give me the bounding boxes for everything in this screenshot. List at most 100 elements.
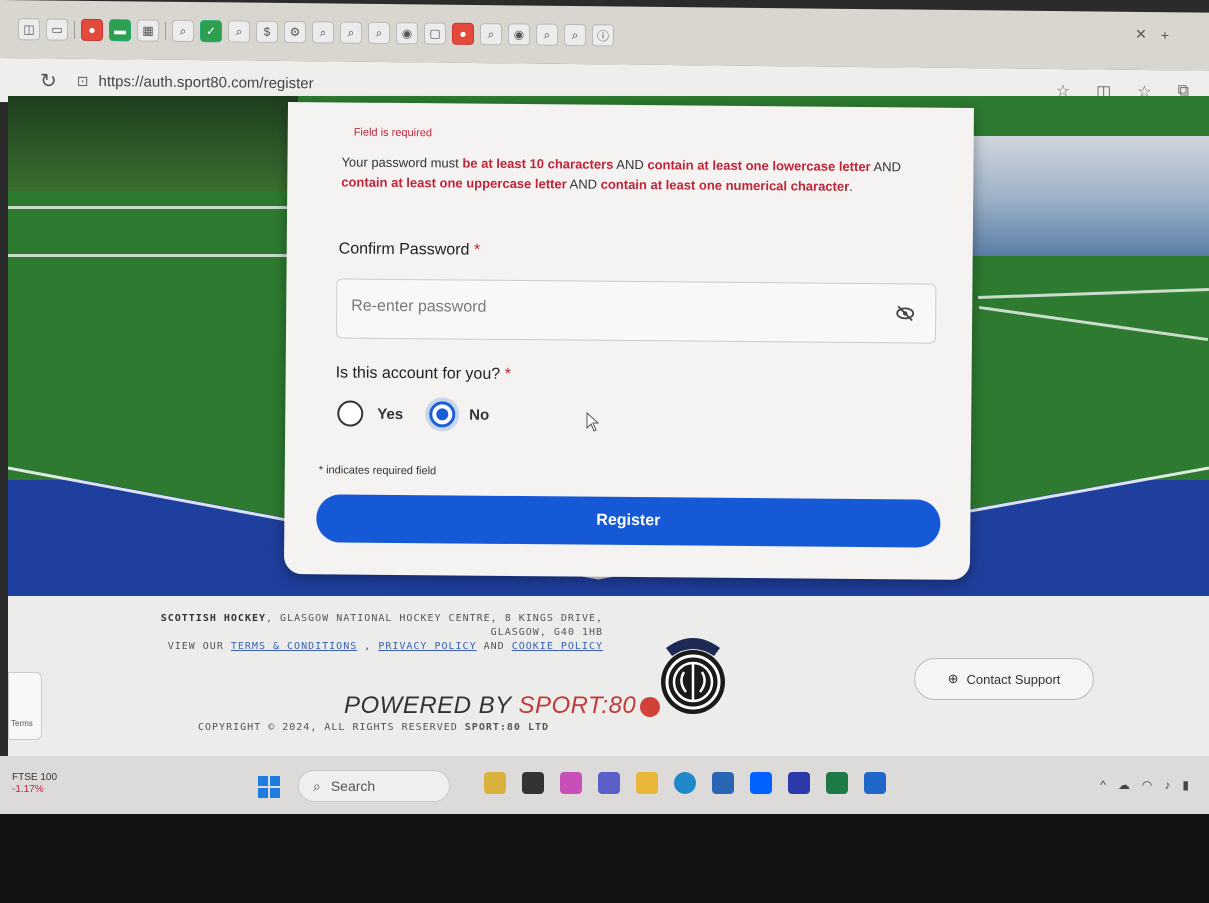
password-rules-and: AND xyxy=(566,176,601,192)
radio-yes[interactable] xyxy=(337,400,364,427)
store-icon[interactable] xyxy=(712,772,734,794)
tab-icon[interactable]: ⚙ xyxy=(284,20,306,44)
confirm-password-input[interactable] xyxy=(351,297,872,321)
confirm-password-label-text: Confirm Password xyxy=(338,240,470,259)
contact-support-button[interactable]: ⊕ Contact Support xyxy=(914,658,1094,700)
account-question-text: Is this account for you? xyxy=(335,364,501,383)
required-asterisk: * xyxy=(473,241,481,259)
password-rules-prefix: Your password must xyxy=(341,154,463,171)
volume-icon[interactable]: ♪ xyxy=(1164,778,1170,792)
edge-browser-icon[interactable] xyxy=(674,772,696,794)
app-b-icon[interactable] xyxy=(788,772,810,794)
tab-icon[interactable]: ⌕ xyxy=(172,19,194,43)
terms-link[interactable]: TERMS & CONDITIONS xyxy=(231,641,357,652)
footer-org-name: SCOTTISH HOCKEY xyxy=(160,613,267,624)
pitch-line xyxy=(8,206,298,209)
footer-and: AND xyxy=(476,641,512,652)
stock-widget-label: FTSE 100 xyxy=(12,772,58,783)
pitch-line xyxy=(978,287,1209,300)
chevron-up-icon[interactable]: ^ xyxy=(1100,778,1106,792)
required-asterisk: * xyxy=(504,365,511,383)
site-info-icon[interactable]: ⊡ xyxy=(77,72,89,89)
stock-widget-change: -1.17% xyxy=(12,784,44,795)
tab-icon[interactable]: ◉ xyxy=(396,22,418,45)
tab-icon[interactable]: ⌕ xyxy=(564,23,586,47)
password-rules: Your password must be at least 10 charac… xyxy=(341,152,941,197)
tab-icon[interactable]: ▢ xyxy=(424,22,446,45)
mouse-cursor-icon xyxy=(586,412,600,432)
task-view-icon[interactable] xyxy=(522,772,544,794)
widgets-app-icon[interactable] xyxy=(484,772,506,794)
tab-icon[interactable]: ⌕ xyxy=(228,20,250,43)
windows-start-icon[interactable] xyxy=(258,776,280,798)
copyright-brand: SPORT:80 LTD xyxy=(464,722,550,733)
tab-icon[interactable]: ● xyxy=(452,22,474,45)
wifi-icon[interactable]: ◠ xyxy=(1142,778,1152,792)
tab-icon[interactable]: ⌕ xyxy=(340,21,362,44)
footer-address: SCOTTISH HOCKEY, GLASGOW NATIONAL HOCKEY… xyxy=(158,612,603,654)
terms-widget[interactable]: Terms xyxy=(8,672,42,740)
taskbar-search[interactable]: ⌕ Search xyxy=(298,770,450,802)
terms-widget-label: Terms xyxy=(11,719,33,728)
footer-address-text: , GLASGOW NATIONAL HOCKEY CENTRE, 8 KING… xyxy=(266,613,603,638)
url-field[interactable]: ⊡ https://auth.sport80.com/register xyxy=(77,72,314,91)
tab-separator xyxy=(74,20,75,39)
tab-icon[interactable]: ◫ xyxy=(18,18,40,41)
privacy-policy-link[interactable]: PRIVACY POLICY xyxy=(378,641,476,652)
tab-icon[interactable]: ▦ xyxy=(137,19,159,42)
footer-view-our: VIEW OUR xyxy=(167,641,231,652)
tab-icon[interactable]: ▭ xyxy=(46,18,68,41)
tab-icon[interactable]: ◉ xyxy=(508,23,530,46)
tab-icon[interactable]: ⓘ xyxy=(592,24,614,47)
tab-icon[interactable]: ✓ xyxy=(200,20,222,43)
password-rule-uppercase: contain at least one uppercase letter xyxy=(341,174,567,192)
background-trees xyxy=(8,96,298,191)
hide-password-eye-icon[interactable] xyxy=(895,304,915,322)
field-error-message: Field is required xyxy=(353,126,433,140)
tab-actions: ✕ + xyxy=(1135,26,1169,43)
file-explorer-icon[interactable] xyxy=(636,772,658,794)
pitch-line xyxy=(978,305,1209,342)
password-rule-numerical: contain at least one numerical character xyxy=(600,176,850,194)
close-icon[interactable]: ✕ xyxy=(1135,26,1147,43)
tab-icon[interactable]: ⌕ xyxy=(312,21,334,44)
confirm-password-field[interactable] xyxy=(335,278,937,344)
password-rule-length: be at least 10 characters xyxy=(462,155,614,172)
powered-by-prefix: POWERED BY xyxy=(344,692,519,719)
password-rules-and: AND xyxy=(870,159,902,175)
radio-no-label[interactable]: No xyxy=(469,406,489,423)
reload-icon[interactable]: ↻ xyxy=(40,68,57,93)
cloud-icon[interactable]: ☁ xyxy=(1118,778,1130,792)
radio-no[interactable] xyxy=(429,401,456,428)
account-radio-group: Yes No xyxy=(337,400,501,428)
tab-icon[interactable]: ⌕ xyxy=(368,21,390,45)
taskbar-search-label: Search xyxy=(330,778,376,794)
new-tab-icon[interactable]: + xyxy=(1161,27,1169,43)
background-stand xyxy=(969,136,1209,256)
tab-icon[interactable]: ⌕ xyxy=(480,23,502,46)
excel-icon[interactable] xyxy=(826,772,848,794)
windows-taskbar: FTSE 100 -1.17% ⌕ Search ^ ☁ ◠ ♪ ▮ xyxy=(0,756,1209,814)
scottish-hockey-logo-icon xyxy=(661,638,725,714)
register-button[interactable]: Register xyxy=(316,494,941,548)
battery-icon[interactable]: ▮ xyxy=(1182,778,1189,792)
radio-yes-label[interactable]: Yes xyxy=(377,405,403,422)
copyright: COPYRIGHT © 2024, ALL RIGHTS RESERVED SP… xyxy=(198,722,549,733)
laptop-bezel xyxy=(0,814,1209,903)
teams-icon[interactable] xyxy=(598,772,620,794)
cookie-policy-link[interactable]: COOKIE POLICY xyxy=(512,641,603,652)
account-question-label: Is this account for you? * xyxy=(336,364,511,384)
tab-icon[interactable]: ⌕ xyxy=(536,23,558,46)
registration-card: Field is required Your password must be … xyxy=(283,102,974,580)
tab-icon[interactable]: $ xyxy=(256,20,278,43)
outlook-icon[interactable] xyxy=(864,772,886,794)
dropbox-icon[interactable] xyxy=(750,772,772,794)
copilot-icon[interactable] xyxy=(560,772,582,794)
url-text: https://auth.sport80.com/register xyxy=(98,72,314,92)
taskbar-apps xyxy=(484,772,886,794)
lifebuoy-icon: ⊕ xyxy=(947,671,959,686)
required-field-note: * indicates required field xyxy=(318,464,437,478)
tab-icon[interactable]: ● xyxy=(81,18,103,42)
tab-icon[interactable]: ▬ xyxy=(109,19,131,42)
stock-widget[interactable]: FTSE 100 -1.17% xyxy=(12,772,57,796)
